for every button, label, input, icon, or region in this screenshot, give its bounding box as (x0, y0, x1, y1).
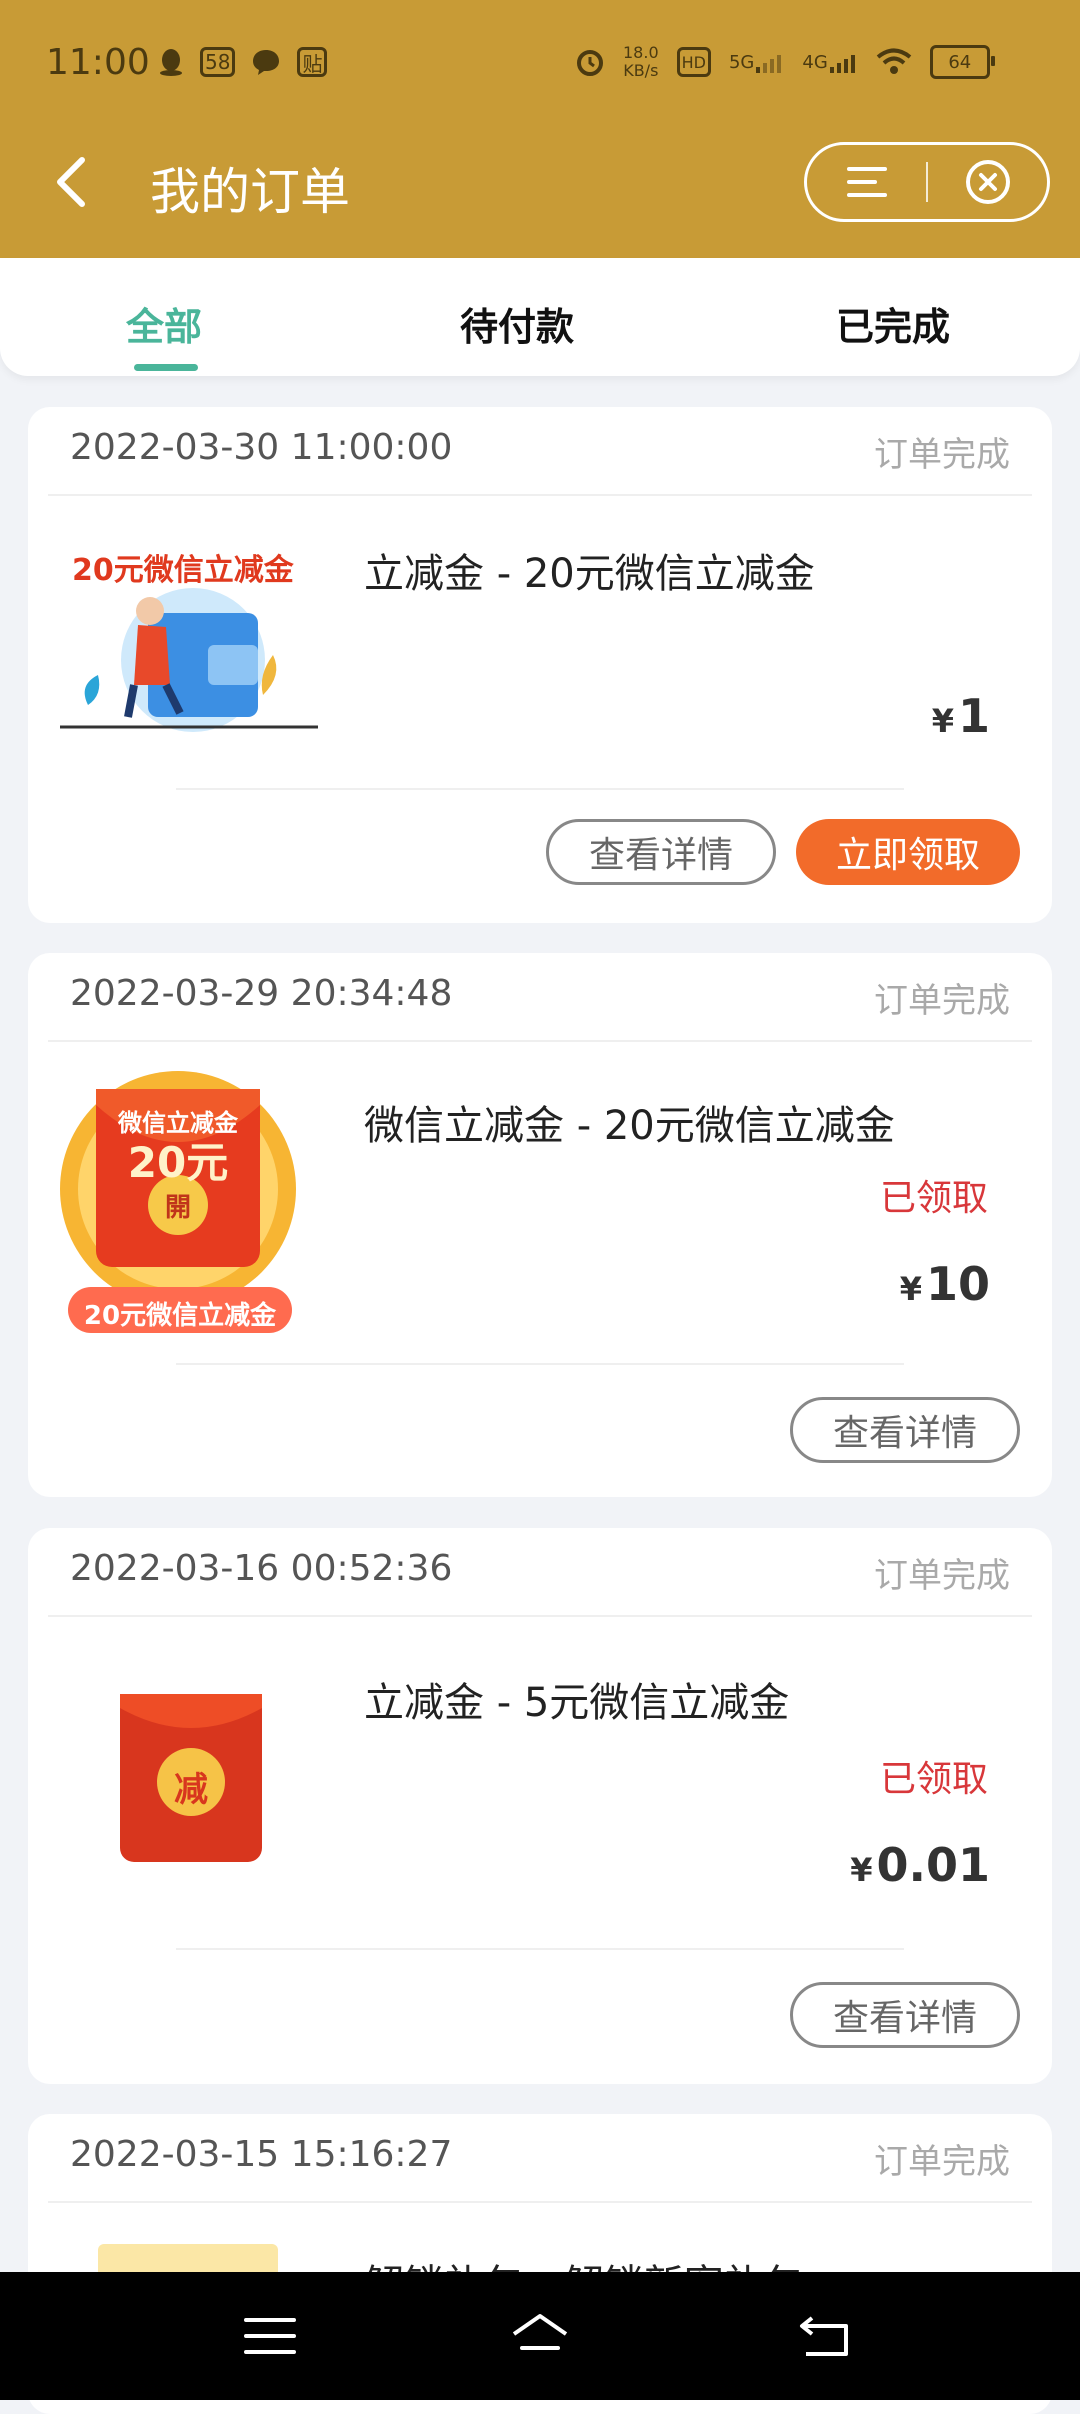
order-price: ¥0.01 (850, 1838, 990, 1892)
order-card: 2022-03-30 11:00:00 订单完成 20元微信立减金 立减金 - … (28, 407, 1052, 923)
home-icon (512, 2314, 568, 2350)
network-speed: 18.0 KB/s (623, 44, 659, 80)
tieba-icon: 贴 (297, 47, 328, 77)
mini-program-capsule (804, 142, 1050, 222)
tab-all[interactable]: 全部 (126, 296, 202, 351)
claimed-status: 已领取 (879, 1759, 988, 1800)
message-bubble-icon (251, 47, 281, 77)
more-menu-button[interactable] (807, 145, 926, 219)
order-time: 2022-03-16 00:52:36 (70, 1548, 453, 1589)
title-bar: 我的订单 (0, 130, 1080, 240)
divider (48, 1040, 1032, 1042)
tab-pending-payment[interactable]: 待付款 (460, 296, 574, 351)
system-navigation-bar (0, 2272, 1080, 2400)
network-speed-unit: KB/s (623, 61, 659, 80)
badge-open-char: 開 (164, 1193, 191, 1223)
order-status: 订单完成 (874, 981, 1010, 1021)
app-header: 11:00 58 贴 18.0 KB/s HD 5G 4G 64 我的订单 (0, 0, 1080, 258)
badge-caption: 20元微信立减金 (83, 1301, 277, 1331)
back-nav-button[interactable] (794, 2306, 854, 2366)
view-details-button[interactable]: 查看详情 (546, 819, 776, 885)
back-arrow-icon (800, 2316, 848, 2356)
product-image: 减 (112, 1688, 272, 1868)
signal-4g-label: 4G (802, 51, 828, 73)
status-notification-icons: 58 贴 (158, 47, 328, 77)
signal-4g-icon: 4G (802, 52, 857, 73)
order-status: 订单完成 (874, 435, 1010, 475)
claimed-status: 已领取 (879, 1178, 988, 1219)
divider (48, 2201, 1032, 2203)
qq-icon (158, 47, 184, 77)
order-card: 2022-03-16 00:52:36 订单完成 减 立减金 - 5元微信立减金… (28, 1528, 1052, 2084)
divider (176, 1363, 904, 1365)
product-name: 立减金 - 5元微信立减金 (364, 1680, 790, 1726)
product-name: 微信立减金 - 20元微信立减金 (364, 1103, 895, 1149)
price-currency: ¥ (850, 1851, 873, 1889)
menu-icon (846, 167, 887, 197)
status-system-icons: 18.0 KB/s HD 5G 4G 64 (575, 44, 995, 80)
order-price: ¥10 (900, 1257, 990, 1311)
view-details-button[interactable]: 查看详情 (790, 1982, 1020, 2048)
order-status: 订单完成 (874, 1556, 1010, 1596)
order-time: 2022-03-30 11:00:00 (70, 427, 453, 468)
tab-completed[interactable]: 已完成 (836, 296, 950, 351)
hd-icon: HD (676, 47, 711, 77)
active-tab-indicator (134, 364, 198, 371)
wallet-illustration-icon (60, 588, 318, 732)
home-button[interactable] (510, 2306, 570, 2366)
order-time: 2022-03-15 15:16:27 (70, 2134, 453, 2175)
back-button[interactable] (40, 152, 100, 212)
order-time: 2022-03-29 20:34:48 (70, 973, 453, 1014)
close-circle-icon (965, 160, 1010, 204)
divider (48, 1615, 1032, 1617)
order-card: 2022-03-29 20:34:48 订单完成 微信立减金 20元 開 20元… (28, 953, 1052, 1497)
order-status: 订单完成 (874, 2142, 1010, 2182)
alarm-icon (575, 47, 605, 77)
app-58-icon: 58 (200, 47, 236, 77)
status-time: 11:00 (46, 41, 150, 83)
divider (176, 1948, 904, 1950)
price-value: 1 (957, 689, 990, 743)
price-currency: ¥ (931, 702, 954, 740)
divider (176, 788, 904, 790)
network-speed-value: 18.0 (623, 43, 659, 62)
price-currency: ¥ (899, 1270, 922, 1308)
close-mini-program-button[interactable] (928, 145, 1047, 219)
recent-apps-button[interactable] (240, 2306, 300, 2366)
signal-5g-icon: 5G (729, 52, 784, 73)
signal-5g-label: 5G (728, 51, 755, 73)
battery-icon: 64 (929, 45, 995, 79)
envelope-char: 减 (174, 1770, 208, 1810)
order-price: ¥1 (932, 689, 990, 743)
product-image: 20元微信立减金 (58, 535, 320, 735)
chevron-left-icon (57, 157, 85, 207)
price-value: 10 (925, 1257, 990, 1311)
divider (48, 494, 1032, 496)
price-value: 0.01 (876, 1838, 991, 1892)
view-details-button[interactable]: 查看详情 (790, 1397, 1020, 1463)
product-name: 立减金 - 20元微信立减金 (364, 551, 815, 597)
menu-icon (244, 2318, 296, 2354)
page-title: 我的订单 (150, 163, 350, 221)
status-bar: 11:00 58 贴 18.0 KB/s HD 5G 4G 64 (0, 30, 1080, 94)
claim-now-button[interactable]: 立即领取 (796, 819, 1020, 885)
wifi-icon (876, 48, 912, 76)
order-tabs: 全部 待付款 已完成 (0, 258, 1080, 376)
product-image: 微信立减金 20元 開 20元微信立减金 (60, 1069, 300, 1339)
badge-amount: 20元 (127, 1138, 229, 1187)
